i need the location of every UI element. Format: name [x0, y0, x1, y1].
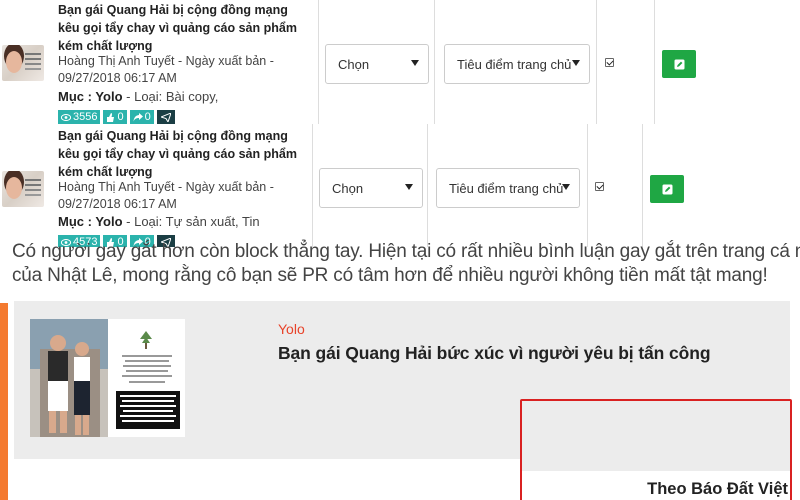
dropdown-arrow-icon: [562, 184, 570, 190]
article-paragraph: của Nhật Lê, mong rằng cô bạn sẽ PR có t…: [12, 265, 768, 286]
eye-icon: [61, 113, 71, 121]
category-select-value: Chọn: [338, 56, 370, 72]
related-article-category[interactable]: Yolo: [278, 321, 305, 337]
article-category-line: Mục : Yolo - Loại: Tự sản xuất, Tin: [58, 214, 260, 229]
category-select-value: Chọn: [332, 180, 364, 196]
dropdown-arrow-icon: [411, 60, 419, 66]
article-type: - Loại: Bài copy,: [122, 89, 219, 104]
edit-button[interactable]: [650, 175, 684, 203]
related-article-image[interactable]: [30, 319, 185, 437]
article-type: - Loại: Tự sản xuất, Tin: [122, 214, 260, 229]
article-author-date: Hoàng Thị Anh Tuyết - Ngày xuất bản - 09…: [58, 180, 274, 211]
share-icon: [133, 112, 143, 121]
article-stats: 3556 0 0: [58, 110, 175, 124]
article-info-cell: Bạn gái Quang Hải bị cộng đồng mạng kêu …: [0, 0, 319, 124]
views-count: 3556: [73, 111, 98, 123]
edit-icon: [674, 59, 684, 69]
article-category-line: Mục : Yolo - Loại: Bài copy,: [58, 89, 218, 104]
category-select-cell: Chọn: [319, 0, 435, 124]
category-select[interactable]: Chọn: [325, 44, 429, 84]
shares-badge: 0: [129, 110, 154, 124]
position-select-value: Tiêu điểm trang chủ: [449, 180, 564, 196]
thumbs-up-icon: [107, 112, 115, 122]
article-author-date: Hoàng Thị Anh Tuyết - Ngày xuất bản - 09…: [58, 54, 274, 85]
article-info-cell: Bạn gái Quang Hải bị cộng đồng mạng kêu …: [0, 124, 313, 250]
position-select-value: Tiêu điểm trang chủ: [457, 56, 572, 72]
article-preview: Có người gay gắt hơn còn block thẳng tay…: [0, 241, 800, 500]
article-title[interactable]: Bạn gái Quang Hải bị cộng đồng mạng kêu …: [58, 1, 310, 55]
action-cell: [643, 124, 720, 250]
dropdown-arrow-icon: [572, 60, 580, 66]
send-button[interactable]: [156, 110, 175, 124]
article-thumbnail[interactable]: [2, 171, 44, 207]
checkbox-cell: [588, 124, 643, 250]
position-select-cell: Tiêu điểm trang chủ: [428, 124, 588, 250]
article-source: Theo Báo Đất Việt: [647, 480, 788, 498]
position-select-cell: Tiêu điểm trang chủ: [435, 0, 597, 124]
couple-photo-icon: [30, 319, 185, 437]
sidebar-accent: [0, 303, 8, 500]
category-select-cell: Chọn: [313, 124, 428, 250]
views-badge: 3556: [58, 110, 101, 124]
edit-icon: [662, 184, 672, 194]
article-row: Bạn gái Quang Hải bị cộng đồng mạng kêu …: [0, 124, 720, 250]
send-icon: [160, 112, 171, 122]
category-label: Mục : Yolo: [58, 89, 123, 104]
article-row: Bạn gái Quang Hải bị cộng đồng mạng kêu …: [0, 0, 720, 124]
edit-button[interactable]: [662, 50, 696, 78]
likes-badge: 0: [103, 110, 127, 124]
position-select[interactable]: Tiêu điểm trang chủ: [444, 44, 590, 84]
action-cell: [655, 0, 720, 124]
related-article-title[interactable]: Bạn gái Quang Hải bức xúc vì người yêu b…: [278, 343, 711, 364]
position-select[interactable]: Tiêu điểm trang chủ: [436, 168, 580, 208]
article-title[interactable]: Bạn gái Quang Hải bị cộng đồng mạng kêu …: [58, 127, 310, 181]
article-thumbnail[interactable]: [2, 45, 44, 81]
dropdown-arrow-icon: [405, 184, 413, 190]
shares-count: 0: [144, 111, 151, 123]
category-select[interactable]: Chọn: [319, 168, 423, 208]
article-text-line-cut: Có người gay gắt hơn còn block thẳng tay…: [12, 241, 800, 262]
feature-checkbox[interactable]: [595, 182, 604, 191]
likes-count: 0: [117, 111, 124, 123]
checkbox-cell: [597, 0, 655, 124]
feature-checkbox[interactable]: [605, 58, 614, 67]
category-label: Mục : Yolo: [58, 214, 123, 229]
